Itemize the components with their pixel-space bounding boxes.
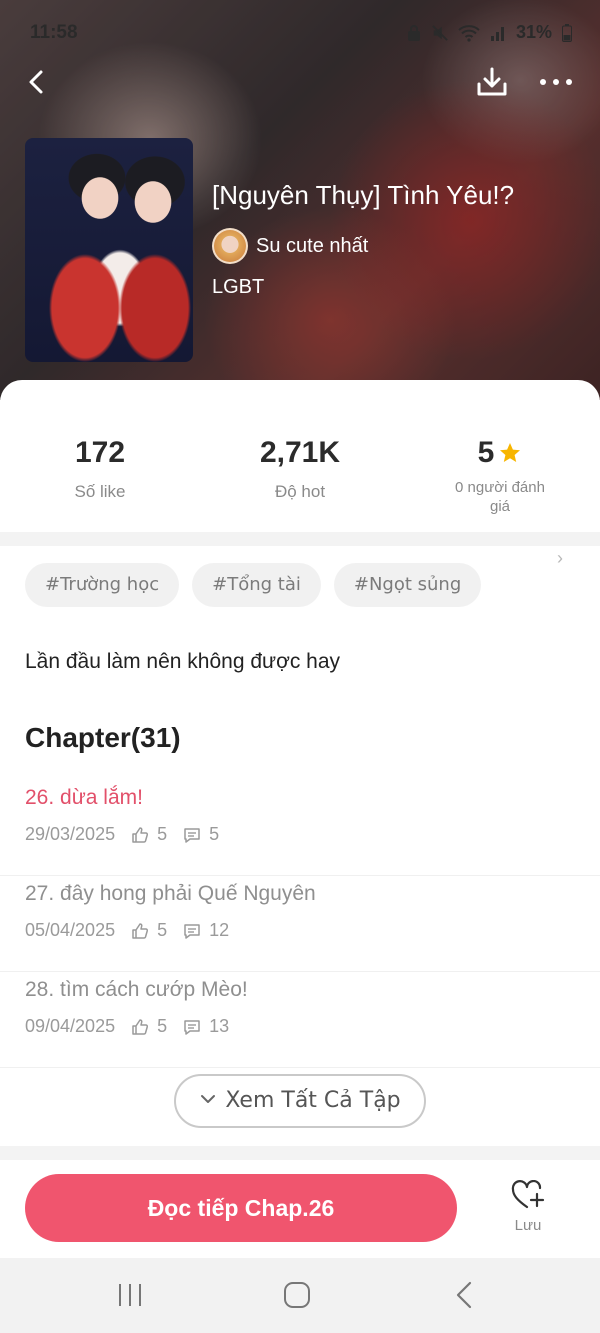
continue-reading-button[interactable]: Đọc tiếp Chap.26 bbox=[25, 1174, 457, 1242]
chapter-comments: 5 bbox=[209, 824, 220, 844]
chapter-likes: 5 bbox=[157, 920, 168, 940]
chapter-item[interactable]: 27. đây hong phải Quế Nguyên 05/04/2025 … bbox=[0, 876, 600, 972]
status-time: 11:58 bbox=[30, 22, 78, 43]
genre-label: LGBT bbox=[212, 276, 265, 298]
tag-item[interactable]: #Ngọt sủng bbox=[333, 563, 482, 607]
back-icon[interactable] bbox=[20, 64, 56, 100]
section-divider bbox=[0, 532, 600, 546]
comment-icon bbox=[184, 1019, 200, 1035]
section-divider bbox=[0, 1146, 600, 1160]
author-row[interactable]: Su cute nhất bbox=[212, 228, 368, 264]
likes-value: 172 bbox=[74, 436, 126, 469]
rating-value: 5 bbox=[477, 436, 495, 469]
heart-plus-icon bbox=[511, 1179, 545, 1209]
chapter-meta: 29/03/2025 5 5 bbox=[25, 824, 219, 845]
signal-icon bbox=[490, 26, 504, 41]
thumbs-up-icon bbox=[132, 1018, 149, 1035]
battery-text: 31% bbox=[515, 22, 552, 42]
star-icon bbox=[500, 443, 521, 462]
bottom-action-bar: Đọc tiếp Chap.26 Lưu bbox=[0, 1160, 600, 1258]
rating-value-row: 5 bbox=[400, 436, 600, 470]
author-avatar[interactable] bbox=[212, 228, 248, 264]
chapter-title[interactable]: 26. dừa lắm! bbox=[25, 786, 143, 810]
chapter-heading: Chapter(31) bbox=[25, 722, 181, 753]
lock-icon bbox=[407, 24, 420, 41]
description: Lần đầu làm nên không được hay bbox=[25, 650, 341, 673]
more-options-icon[interactable] bbox=[536, 64, 576, 100]
chapter-likes: 5 bbox=[157, 1016, 168, 1036]
stat-rating[interactable]: 5 0 người đánh giá › bbox=[400, 436, 600, 568]
mute-icon bbox=[432, 24, 448, 41]
top-nav bbox=[0, 60, 600, 104]
status-icons: 31% bbox=[406, 22, 572, 43]
recent-apps-icon[interactable] bbox=[110, 1280, 150, 1310]
chevron-right-icon: › bbox=[557, 548, 563, 568]
comment-icon bbox=[184, 827, 200, 843]
thumbs-up-icon bbox=[132, 922, 149, 939]
chapter-title[interactable]: 27. đây hong phải Quế Nguyên bbox=[25, 882, 316, 906]
see-all-label: Xem Tất Cả Tập bbox=[225, 1088, 401, 1113]
thumbs-up-icon bbox=[132, 826, 149, 843]
status-bar: 11:58 31% bbox=[0, 18, 600, 48]
stat-likes: 172 Số like bbox=[0, 436, 200, 502]
battery-icon bbox=[562, 23, 572, 42]
chapter-list: 26. dừa lắm! 29/03/2025 5 5 27. đây hong… bbox=[0, 780, 600, 1068]
chapter-date: 09/04/2025 bbox=[25, 1016, 116, 1036]
novel-title: [Nguyên Thụy] Tình Yêu!? bbox=[212, 180, 515, 210]
chapter-comments: 13 bbox=[209, 1016, 230, 1036]
nav-back-icon[interactable] bbox=[445, 1280, 485, 1310]
see-all-chapters-button[interactable]: Xem Tất Cả Tập bbox=[174, 1074, 426, 1128]
stats-row: 172 Số like 2,71K Độ hot 5 0 người đánh … bbox=[0, 436, 600, 568]
hot-value: 2,71K bbox=[259, 436, 341, 469]
cover-image[interactable] bbox=[25, 138, 193, 362]
chapter-item[interactable]: 28. tìm cách cướp Mèo! 09/04/2025 5 13 bbox=[0, 972, 600, 1068]
comment-icon bbox=[184, 923, 200, 939]
wifi-icon bbox=[458, 24, 480, 42]
chevron-down-icon bbox=[201, 1095, 216, 1103]
tag-list: #Trường học #Tổng tài #Ngọt sủng bbox=[25, 563, 482, 607]
chapter-comments: 12 bbox=[209, 920, 230, 940]
chapter-meta: 09/04/2025 5 13 bbox=[25, 1016, 229, 1037]
chapter-meta: 05/04/2025 5 12 bbox=[25, 920, 229, 941]
chapter-date: 05/04/2025 bbox=[25, 920, 116, 940]
chapter-title[interactable]: 28. tìm cách cướp Mèo! bbox=[25, 978, 248, 1002]
chapter-item[interactable]: 26. dừa lắm! 29/03/2025 5 5 bbox=[0, 780, 600, 876]
tag-item[interactable]: #Trường học bbox=[25, 563, 180, 607]
save-label: Lưu bbox=[514, 1217, 542, 1234]
system-nav-bar bbox=[0, 1258, 600, 1333]
author-name[interactable]: Su cute nhất bbox=[256, 235, 368, 258]
chapter-likes: 5 bbox=[157, 824, 168, 844]
download-icon[interactable] bbox=[474, 64, 510, 100]
hot-label: Độ hot bbox=[274, 482, 326, 501]
rating-label: 0 người đánh giá bbox=[455, 479, 545, 515]
save-button[interactable]: Lưu bbox=[498, 1179, 558, 1240]
stat-hot: 2,71K Độ hot bbox=[200, 436, 400, 502]
likes-label: Số like bbox=[74, 482, 126, 501]
home-icon[interactable] bbox=[277, 1280, 317, 1310]
tag-item[interactable]: #Tổng tài bbox=[192, 563, 321, 607]
chapter-date: 29/03/2025 bbox=[25, 824, 116, 844]
